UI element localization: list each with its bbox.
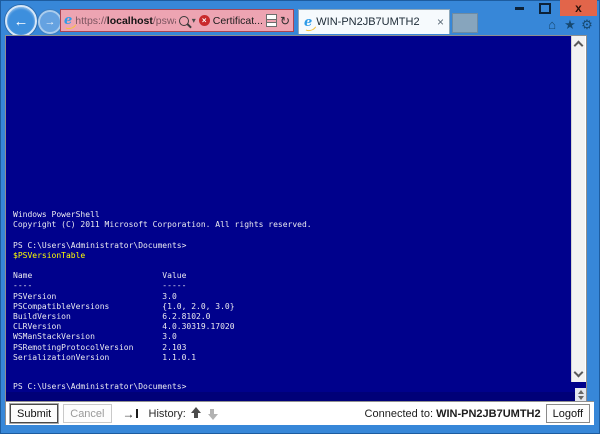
browser-tab[interactable]: e WIN-PN2JB7UMTH2 × [298,9,450,34]
history-label: History: [148,407,186,420]
command-prompt: PS C:\Users\Administrator\Documents> [13,382,187,391]
logoff-button[interactable]: Logoff [545,404,590,423]
console-line: SerializationVersion 1.1.0.1 [13,352,197,362]
console-text: Windows PowerShell Copyright (C) 2011 Mic… [13,210,312,382]
chevron-down-icon[interactable]: ▾ [192,16,196,25]
ie-icon: e [64,13,73,28]
console-line: $PSVersionTable [13,250,86,260]
scroll-down-icon[interactable] [573,367,584,378]
console-line: PSVersion 3.0 [13,291,177,301]
tab-close-icon[interactable]: × [437,16,444,28]
console-line: PSRemotingProtocolVersion 2.103 [13,342,187,352]
tab-complete-icon-bar [135,409,138,418]
console-line: ---- ----- [13,281,187,291]
browser-window: ← → e https://localhost/pswa/console.as … [0,0,600,434]
console-line: CLRVersion 4.0.30319.17020 [13,322,235,332]
compatibility-view-icon[interactable] [265,14,277,27]
console-line: Windows PowerShell [13,210,100,219]
maximize-button[interactable] [532,0,558,16]
minimize-icon [514,6,524,10]
history-up-button[interactable] [190,407,202,420]
console-scrollbar[interactable] [571,36,585,382]
console-line: BuildVersion 6.2.8102.0 [13,312,211,322]
forward-button[interactable]: → [38,10,62,34]
history-down-button [207,407,218,420]
submit-button[interactable]: Submit [10,404,59,423]
certificate-error-label: Certificat... [212,14,263,27]
home-icon[interactable]: ⌂ [544,16,560,33]
console-output: Windows PowerShell Copyright (C) 2011 Mic… [6,36,571,382]
tab-complete-icon: → [122,406,135,421]
scroll-up-icon[interactable] [573,40,584,51]
certificate-error-icon: × [198,15,210,26]
tab-title: WIN-PN2JB7UMTH2 [316,16,420,28]
status-toolbar: Submit Cancel → History: Connected to: W… [6,401,594,425]
input-scroll-spinner[interactable] [575,388,586,401]
command-input-area[interactable]: PS C:\Users\Administrator\Documents> [6,382,586,401]
gear-icon[interactable]: ⚙ [579,16,595,33]
close-icon: x [575,1,582,15]
console-line: PS C:\Users\Administrator\Documents> [13,240,187,250]
back-button[interactable]: ← [5,5,37,37]
ie-icon: e [304,14,313,30]
url-scheme: https:// [75,14,107,27]
pswa-page: Windows PowerShell Copyright (C) 2011 Mic… [5,35,594,425]
spinner-down-icon [577,395,584,400]
console-line: Name Value [13,271,187,281]
connected-status: Connected to: WIN-PN2JB7UMTH2 [365,408,541,420]
url-text: https://localhost/pswa/console.as [75,15,175,27]
close-button[interactable]: x [560,0,597,16]
search-icon[interactable] [178,15,189,26]
console-line: WSManStackVersion 3.0 [13,332,177,342]
connected-server-name: WIN-PN2JB7UMTH2 [436,407,541,420]
cancel-button: Cancel [63,404,112,423]
console-line: PSCompatibleVersions {1.0, 2.0, 3.0} [13,301,235,311]
refresh-icon[interactable]: ↻ [280,15,290,27]
url-path: /pswa/console.as [152,14,176,27]
minimize-button[interactable] [506,0,532,16]
console-line: Copyright (C) 2011 Microsoft Corporation… [13,220,312,230]
connected-label: Connected to: [364,407,434,420]
certificate-error-button[interactable]: × Certificat... [198,14,263,27]
favorites-star-icon[interactable]: ★ [562,16,578,33]
spinner-up-icon [577,389,584,394]
command-input-field[interactable] [6,392,586,401]
maximize-icon [539,2,551,14]
address-bar[interactable]: e https://localhost/pswa/console.as ▾ × … [60,9,294,32]
url-host: localhost [106,14,153,27]
tab-complete-button[interactable]: → [123,408,138,420]
new-tab-button[interactable] [452,13,478,33]
